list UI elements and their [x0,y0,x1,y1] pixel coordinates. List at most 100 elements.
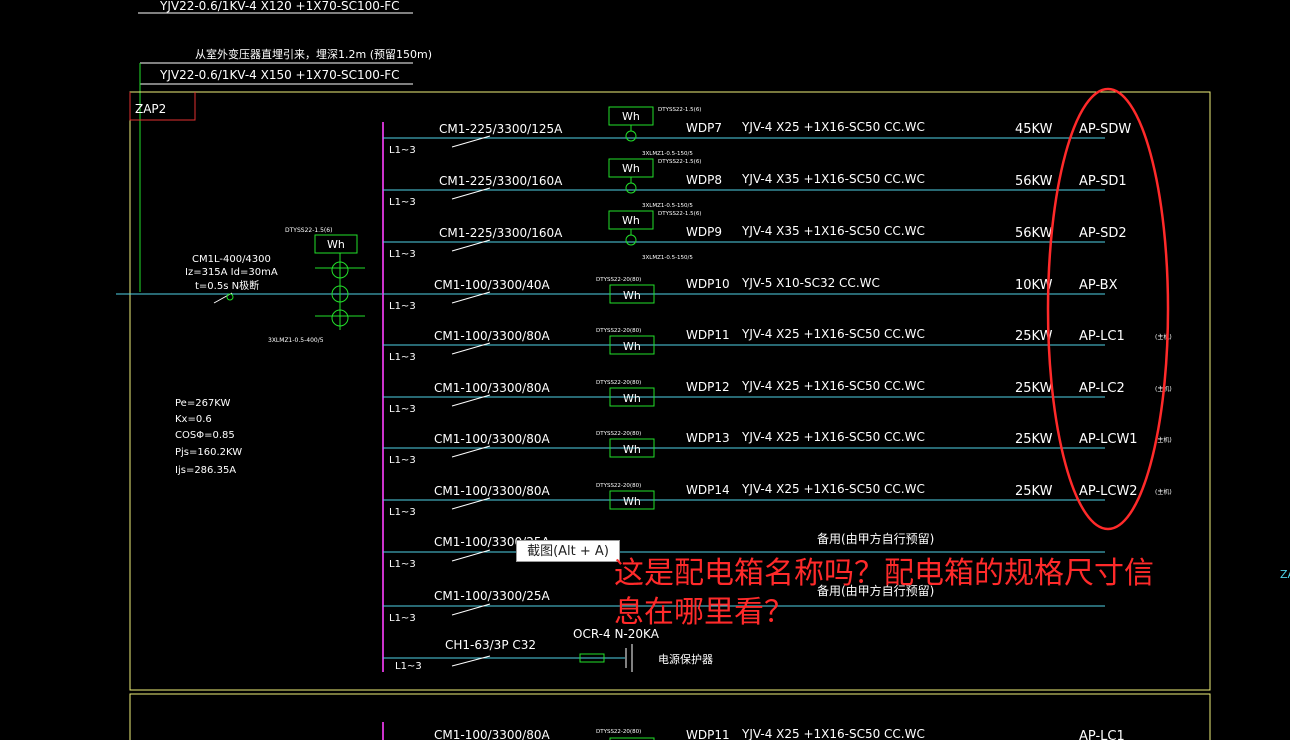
meter-tag: DTYSS22-20(80) [596,277,641,283]
question-line-2: 息在哪里看？ [614,595,794,630]
meter-tag: DTYSS22-1.5(6) [658,159,701,165]
breaker-label: CM1-100/3300/80A [434,329,550,343]
load-calc-kx: Kx=0.6 [175,414,212,425]
cable-spec: YJV-4 X25 +1X16-SC50 CC.WC [741,327,925,341]
meter-label: Wh [622,110,640,123]
main-ct-tag: 3XLMZ1-0.5-400/5 [268,337,324,344]
ct-tag: 3XLMZ1-0.5-150/5 [642,255,693,261]
distribution-box-name: AP-SD1 [1079,174,1127,189]
distribution-box-name: AP-SD2 [1079,226,1127,241]
meter-tag: DTYSS22-1.5(6) [658,211,701,217]
cable-spec: YJV-4 X25 +1X16-SC50 CC.WC [741,430,925,444]
cable-spec: YJV-4 X35 +1X16-SC50 CC.WC [741,224,925,238]
spare-text: 备用(由甲方自行预留) [817,531,934,546]
circuit-row: CM1-225/3300/125A L1~3 Wh DTYSS22-1.5(6) WDP… [383,106,1131,156]
spd-row: CH1-63/3P C32L1~3OCR-4 N-20KA电源保护器 [383,627,713,672]
meter-label: Wh [622,214,640,227]
breaker-label: CM1-100/3300/80A [434,432,550,446]
power-rating: 56KW [1015,174,1053,189]
breaker-label: CM1-100/3300/80A [434,484,550,498]
spd-text: 电源保护器 [658,652,713,666]
circuit-id: WDP8 [686,173,722,187]
meter-label: Wh [623,392,641,405]
distribution-box-name: AP-LC2 [1079,381,1125,396]
breaker-label: CM1-225/3300/160A [439,174,563,188]
circuit-id: WDP12 [686,380,730,394]
main-breaker-model: CM1L-400/4300 [192,254,271,265]
circuit-row: CM1-225/3300/160A L1~3 Wh DTYSS22-1.5(6) 3XL… [383,203,1127,260]
load-calc-ijs: Ijs=286.35A [175,465,236,476]
main-meter-tag: DTYSS22-1.5(6) [285,227,332,234]
meter-label: Wh [622,162,640,175]
panel-frame-lower [129,693,1211,740]
power-rating: 25KW [1015,381,1053,396]
top-cable-label: YJV22-0.6/1KV-4 X120 +1X70-SC100-FC [159,0,400,13]
distribution-box-name: AP-LCW1 [1079,432,1138,447]
row-note: (主机) [1155,333,1172,341]
meter-tag: DTYSS22-20(80) [596,431,641,437]
phase-label: L1~3 [389,352,416,363]
phase-label: L1~3 [389,613,416,624]
meter-label: Wh [623,443,641,456]
bottom-partial-row: CM1-100/3300/80A DTYSS22-20(80) WDP11 YJV-4… [382,722,1125,740]
annotation-ellipse [1046,87,1170,531]
circuit-row: CM1-225/3300/160A L1~3 Wh DTYSS22-1.5(6) 3XL… [383,151,1127,208]
ct-coil [625,234,637,246]
panel-name: ZAP2 [135,102,166,116]
meter-tag: DTYSS22-20(80) [596,483,641,489]
main-breaker-settings: Iz=315A Id=30mA [185,267,278,278]
circuit-row: CM1-100/3300/80A L1~3 Wh DTYSS22-20(80) WDP1… [383,482,1172,518]
phase-label: L1~3 [389,197,416,208]
breaker-label: CM1-225/3300/125A [439,122,563,136]
circuit-id: WDP9 [686,225,722,239]
feed-cable-label: YJV22-0.6/1KV-4 X150 +1X70-SC100-FC [159,68,400,82]
cable-spec: YJV-4 X25 +1X16-SC50 CC.WC [741,379,925,393]
screenshot-tooltip: 截图(Alt + A) [516,540,620,562]
circuit-id: WDP11 [686,328,730,342]
load-calc-cos: COSΦ=0.85 [175,430,235,441]
power-rating: 56KW [1015,226,1053,241]
phase-label: L1~3 [389,301,416,312]
meter-tag: DTYSS22-20(80) [596,380,641,386]
cable-spec: YJV-4 X25 +1X16-SC50 CC.WC [741,727,925,740]
phase-label: L1~3 [395,661,422,672]
cable-spec: YJV-4 X35 +1X16-SC50 CC.WC [741,172,925,186]
circuit-id: WDP10 [686,277,730,291]
distribution-box-name: AP-BX [1079,278,1118,293]
phase-label: L1~3 [389,559,416,570]
main-meter-label: Wh [327,238,345,251]
ct-tag: 3XLMZ1-0.5-150/5 [642,203,693,209]
meter-label: Wh [623,340,641,353]
distribution-box-name: AP-LC1 [1079,729,1125,740]
circuit-row: CM1-100/3300/80A L1~3 Wh DTYSS22-20(80) WDP1… [383,327,1172,363]
breaker-label: CM1-225/3300/160A [439,226,563,240]
power-rating: 25KW [1015,432,1053,447]
main-breaker-time: t=0.5s N极断 [195,279,259,292]
phase-label: L1~3 [389,249,416,260]
distribution-box-name: AP-LC1 [1079,329,1125,344]
load-calc-pe: Pe=267KW [175,398,230,409]
ct-coil [625,182,637,194]
power-rating: 45KW [1015,122,1053,137]
spd-breaker-label: CH1-63/3P C32 [445,638,536,652]
cable-spec: YJV-4 X25 +1X16-SC50 CC.WC [741,120,925,134]
breaker-label: CM1-100/3300/80A [434,728,550,740]
phase-label: L1~3 [389,145,416,156]
phase-label: L1~3 [389,404,416,415]
edge-label: ZA [1280,568,1290,581]
cable-spec: YJV-4 X25 +1X16-SC50 CC.WC [741,482,925,496]
feed-note: 从室外变压器直埋引来，埋深1.2m (预留150m) [195,47,432,61]
meter-tag: DTYSS22-1.5(6) [658,107,701,113]
circuit-row: CM1-100/3300/80A L1~3 Wh DTYSS22-20(80) WDP1… [383,430,1172,466]
question-annotation: 这是配电箱名称吗？配电箱的规格尺寸信 息在哪里看？ [614,554,1254,632]
meter-label: Wh [623,495,641,508]
circuit-id: WDP11 [686,728,730,740]
circuit-row: CM1-100/3300/40A L1~3 Wh DTYSS22-20(80) 3XLM… [383,255,1118,312]
ct-tag: 3XLMZ1-0.5-150/5 [642,151,693,157]
breaker-label: CM1-100/3300/40A [434,278,550,292]
phase-label: L1~3 [389,455,416,466]
ct-coil [625,130,637,142]
main-breaker-node [226,293,234,301]
breaker-label: CM1-100/3300/80A [434,381,550,395]
load-calc-pjs: Pjs=160.2KW [175,447,242,458]
